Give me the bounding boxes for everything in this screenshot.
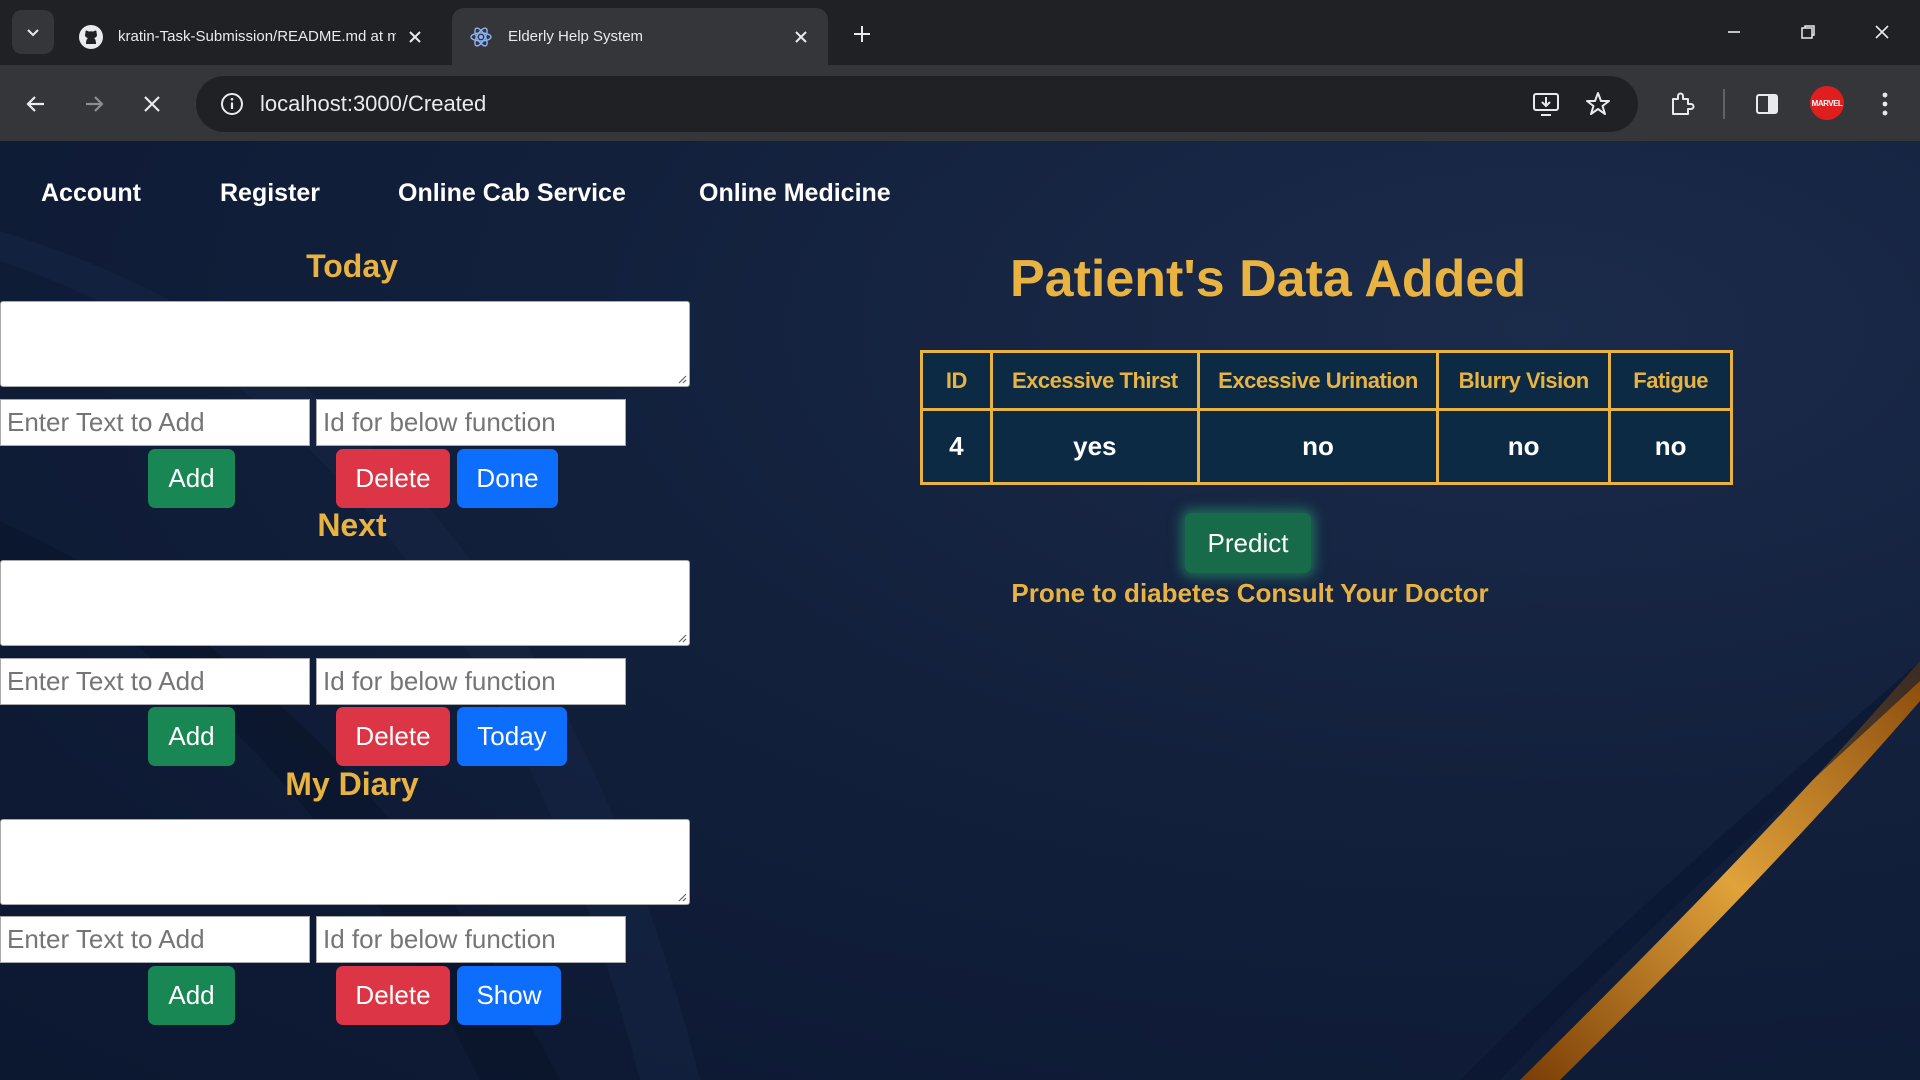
address-bar[interactable]: localhost:3000/Created (196, 76, 1638, 132)
page-viewport: Account Register Online Cab Service Onli… (0, 141, 1920, 1080)
close-icon (144, 96, 160, 112)
bookmark-star-icon[interactable] (1578, 84, 1618, 124)
resize-grip-icon (678, 893, 687, 902)
diary-show-button[interactable]: Show (457, 966, 561, 1025)
site-navbar: Account Register Online Cab Service Onli… (0, 141, 1920, 246)
today-text-input[interactable]: Enter Text to Add (0, 399, 310, 446)
tab-title: kratin-Task-Submission/README.md at m (118, 28, 396, 45)
cell-excessive-thirst: yes (989, 408, 1200, 485)
nav-link-online-medicine[interactable]: Online Medicine (699, 179, 891, 208)
tab-title: Elderly Help System (508, 28, 644, 45)
next-textarea[interactable] (0, 560, 690, 646)
close-icon[interactable] (790, 26, 812, 48)
diary-add-button[interactable]: Add (148, 966, 235, 1025)
cell-blurry-vision: no (1436, 408, 1612, 485)
next-text-input[interactable]: Enter Text to Add (0, 658, 310, 705)
next-delete-button[interactable]: Delete (336, 707, 450, 766)
arrow-right-icon (86, 96, 104, 112)
cell-id: 4 (920, 408, 993, 485)
nav-link-account[interactable]: Account (41, 179, 141, 208)
column-header-blurry-vision: Blurry Vision (1436, 350, 1612, 411)
next-today-button[interactable]: Today (457, 707, 567, 766)
toolbar-divider (1723, 89, 1725, 119)
nav-link-register[interactable]: Register (220, 179, 320, 208)
section-title-today: Today (306, 248, 398, 284)
prediction-result: Prone to diabetes Consult Your Doctor (1011, 578, 1489, 608)
diary-textarea[interactable] (0, 819, 690, 905)
minimize-icon (1728, 31, 1740, 33)
today-delete-button[interactable]: Delete (336, 449, 450, 508)
today-add-button[interactable]: Add (148, 449, 235, 508)
tab-github-readme[interactable]: kratin-Task-Submission/README.md at m (62, 8, 442, 65)
patient-data-table: ID Excessive Thirst Excessive Urination … (920, 350, 1733, 485)
patient-data-title: Patient's Data Added (1010, 250, 1527, 308)
cell-fatigue: no (1608, 408, 1733, 485)
browser-toolbar: localhost:3000/Created MARVEL (0, 65, 1920, 141)
column-header-fatigue: Fatigue (1608, 350, 1733, 411)
profile-avatar[interactable]: MARVEL (1810, 86, 1844, 120)
side-panel-icon[interactable] (1747, 84, 1787, 124)
browser-tabstrip: kratin-Task-Submission/README.md at m El… (0, 0, 1920, 65)
resize-grip-icon (678, 375, 687, 384)
diary-delete-button[interactable]: Delete (336, 966, 450, 1025)
diary-text-input[interactable]: Enter Text to Add (0, 916, 310, 963)
back-button[interactable] (16, 84, 56, 124)
today-id-input[interactable]: Id for below function (316, 399, 626, 446)
next-id-input[interactable]: Id for below function (316, 658, 626, 705)
react-icon (468, 24, 494, 50)
today-textarea[interactable] (0, 301, 690, 387)
install-app-icon[interactable] (1526, 84, 1566, 124)
minimize-button[interactable] (1714, 12, 1754, 52)
resize-grip-icon (678, 634, 687, 643)
nav-link-online-cab-service[interactable]: Online Cab Service (398, 179, 626, 208)
url-text: localhost:3000/Created (260, 91, 487, 116)
cell-excessive-urination: no (1196, 408, 1440, 485)
stop-loading-button[interactable] (132, 84, 172, 124)
table-row: 4 yes no no no (920, 408, 1733, 485)
column-header-excessive-thirst: Excessive Thirst (989, 350, 1200, 411)
predict-button[interactable]: Predict (1185, 513, 1311, 573)
arrow-left-icon (26, 96, 44, 112)
section-title-my-diary: My Diary (285, 766, 419, 802)
plus-icon (854, 26, 870, 42)
restore-icon (1801, 25, 1815, 39)
forward-button[interactable] (74, 84, 114, 124)
close-window-button[interactable] (1862, 12, 1902, 52)
extensions-icon[interactable] (1662, 84, 1702, 124)
tab-elderly-help[interactable]: Elderly Help System (452, 8, 828, 65)
new-tab-button[interactable] (842, 14, 882, 54)
restore-button[interactable] (1788, 12, 1828, 52)
section-title-next: Next (317, 507, 387, 543)
tab-search-button[interactable] (12, 10, 54, 54)
close-icon[interactable] (404, 26, 426, 48)
more-menu-icon[interactable] (1865, 84, 1905, 124)
chevron-down-icon (27, 29, 39, 37)
column-header-excessive-urination: Excessive Urination (1196, 350, 1440, 411)
site-info-icon[interactable] (204, 76, 260, 132)
github-icon (78, 24, 104, 50)
today-done-button[interactable]: Done (457, 449, 558, 508)
table-header-row: ID Excessive Thirst Excessive Urination … (920, 350, 1733, 411)
next-add-button[interactable]: Add (148, 707, 235, 766)
close-icon (1875, 25, 1889, 39)
diary-id-input[interactable]: Id for below function (316, 916, 626, 963)
column-header-id: ID (920, 350, 993, 411)
